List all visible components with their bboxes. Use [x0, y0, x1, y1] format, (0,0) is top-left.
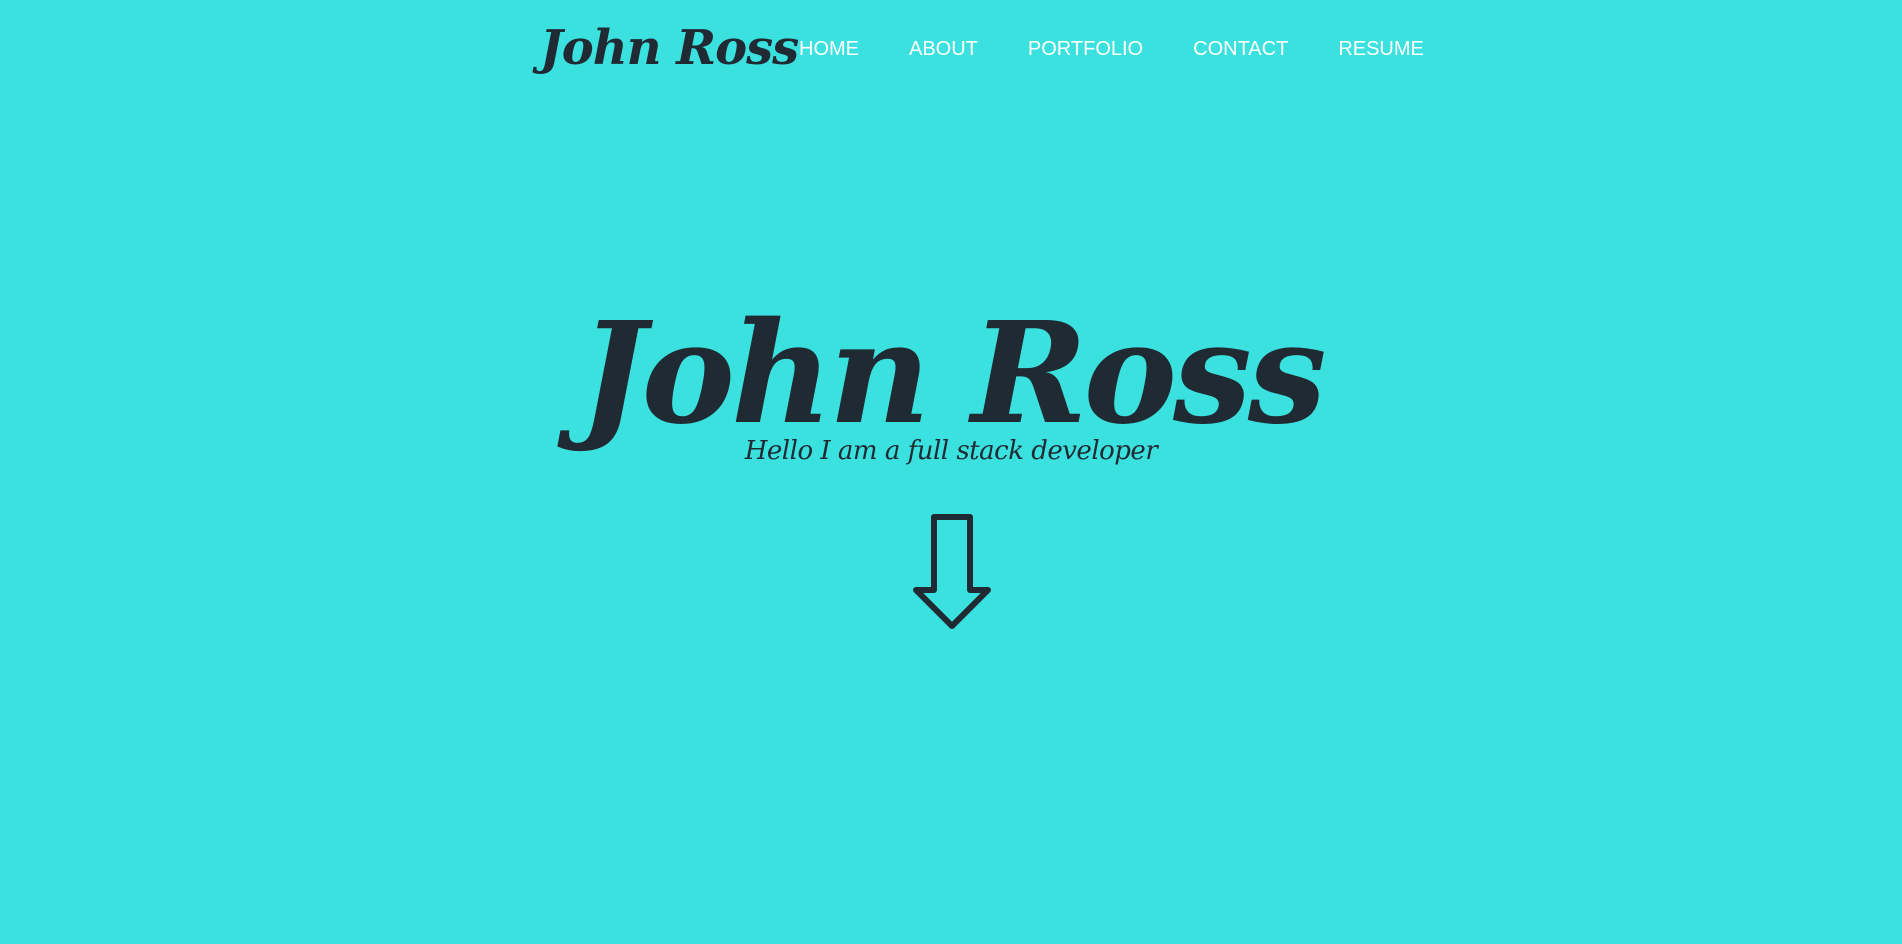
brand-logo[interactable]: John Ross: [540, 12, 799, 84]
nav-portfolio-link[interactable]: PORTFOLIO: [1028, 36, 1143, 62]
nav-about-link[interactable]: ABOUT: [909, 36, 978, 62]
nav-home-link[interactable]: HOME: [799, 36, 859, 62]
arrow-down-icon: [912, 514, 992, 629]
hero-subtitle: Hello I am a full stack developer: [744, 436, 1158, 466]
main-navigation: HOME ABOUT PORTFOLIO CONTACT RESUME: [799, 36, 1474, 62]
page: John Ross HOME ABOUT PORTFOLIO CONTACT R…: [0, 0, 1902, 944]
scroll-down-button[interactable]: [912, 514, 992, 629]
nav-contact-link[interactable]: CONTACT: [1193, 36, 1288, 62]
navbar: John Ross HOME ABOUT PORTFOLIO CONTACT R…: [0, 0, 1902, 98]
nav-resume-link[interactable]: RESUME: [1338, 36, 1424, 62]
